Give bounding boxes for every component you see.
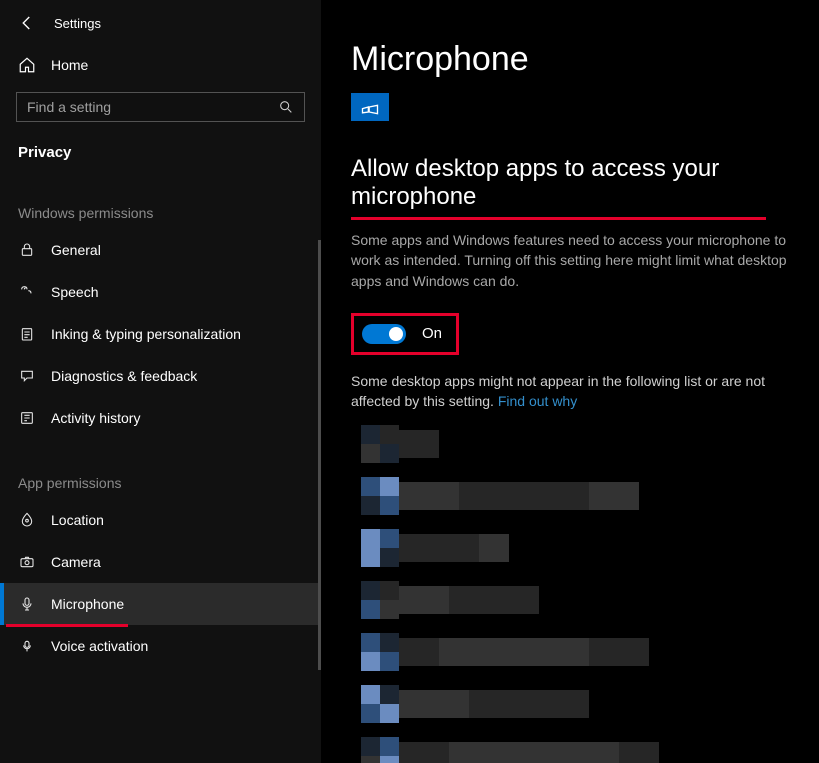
main-content: Microphone Allow desktop apps to access … <box>321 0 819 763</box>
camera-icon <box>18 553 36 571</box>
app-icon-redacted <box>361 685 399 723</box>
app-name-redacted <box>399 430 439 458</box>
nav-label: General <box>51 242 101 258</box>
app-icon-redacted <box>361 581 399 619</box>
app-row-redacted <box>361 581 791 619</box>
section-heading: Allow desktop apps to access your microp… <box>351 155 791 211</box>
app-icon-redacted <box>361 425 399 463</box>
feedback-icon <box>18 367 36 385</box>
nav-label: Speech <box>51 284 98 300</box>
clipboard-icon <box>18 325 36 343</box>
microphone-icon <box>18 595 36 613</box>
app-row-redacted <box>361 737 791 763</box>
app-row-redacted <box>361 633 791 671</box>
page-title: Microphone <box>351 40 791 79</box>
app-name-redacted <box>399 638 649 666</box>
find-out-why-link[interactable]: Find out why <box>498 393 577 409</box>
nav-label: Diagnostics & feedback <box>51 368 197 384</box>
nav-item-speech[interactable]: Speech <box>0 271 321 313</box>
search-wrap <box>0 84 321 130</box>
nav-item-voice-activation[interactable]: Voice activation <box>0 625 321 667</box>
app-title: Settings <box>54 16 101 31</box>
app-row-redacted <box>361 685 791 723</box>
nav-item-diagnostics[interactable]: Diagnostics & feedback <box>0 355 321 397</box>
nav-label: Location <box>51 512 104 528</box>
annotation-red-box: On <box>351 313 459 355</box>
speech-icon <box>18 283 36 301</box>
nav-home-label: Home <box>51 57 88 73</box>
app-name-redacted <box>399 742 659 763</box>
section-description: Some apps and Windows features need to a… <box>351 230 791 291</box>
search-box[interactable] <box>16 92 305 122</box>
voice-activation-icon <box>18 637 36 655</box>
app-row-redacted <box>361 477 791 515</box>
search-input[interactable] <box>27 99 278 115</box>
home-icon <box>18 56 36 74</box>
nav-item-inking[interactable]: Inking & typing personalization <box>0 313 321 355</box>
app-icon-redacted <box>361 529 399 567</box>
nav-label: Voice activation <box>51 638 148 654</box>
window-header: Settings <box>0 0 321 46</box>
nav-label: Microphone <box>51 596 124 612</box>
desktop-apps-list <box>361 425 791 763</box>
app-row-redacted <box>361 529 791 567</box>
nav-item-microphone[interactable]: Microphone <box>0 583 321 625</box>
history-icon <box>18 409 36 427</box>
location-icon <box>18 511 36 529</box>
lock-icon <box>18 241 36 259</box>
app-name-redacted <box>399 586 539 614</box>
nav-home[interactable]: Home <box>0 46 321 84</box>
toggle-state-label: On <box>422 325 442 342</box>
nav-label: Inking & typing personalization <box>51 326 241 342</box>
section-header-app-permissions: App permissions <box>0 439 321 499</box>
annotation-red-underline-heading <box>351 217 766 220</box>
app-icon-redacted <box>361 633 399 671</box>
sidebar: Settings Home Privacy Windows permission… <box>0 0 321 763</box>
app-icon-redacted <box>361 737 399 763</box>
app-row-redacted <box>361 425 791 463</box>
nav-item-camera[interactable]: Camera <box>0 541 321 583</box>
section-description-2: Some desktop apps might not appear in th… <box>351 371 791 412</box>
nav-item-location[interactable]: Location <box>0 499 321 541</box>
app-icon-redacted <box>361 477 399 515</box>
app-name-redacted <box>399 690 589 718</box>
nav-item-general[interactable]: General <box>0 229 321 271</box>
nav-label: Activity history <box>51 410 140 426</box>
nav-label: Camera <box>51 554 101 570</box>
app-name-redacted <box>399 534 509 562</box>
nav-item-activity-history[interactable]: Activity history <box>0 397 321 439</box>
app-tile-icon <box>351 93 389 121</box>
current-category: Privacy <box>0 130 321 169</box>
back-icon[interactable] <box>18 14 36 32</box>
section-header-windows-permissions: Windows permissions <box>0 169 321 229</box>
search-icon <box>278 99 294 115</box>
app-name-redacted <box>399 482 639 510</box>
desktop-apps-mic-toggle[interactable] <box>362 324 406 344</box>
